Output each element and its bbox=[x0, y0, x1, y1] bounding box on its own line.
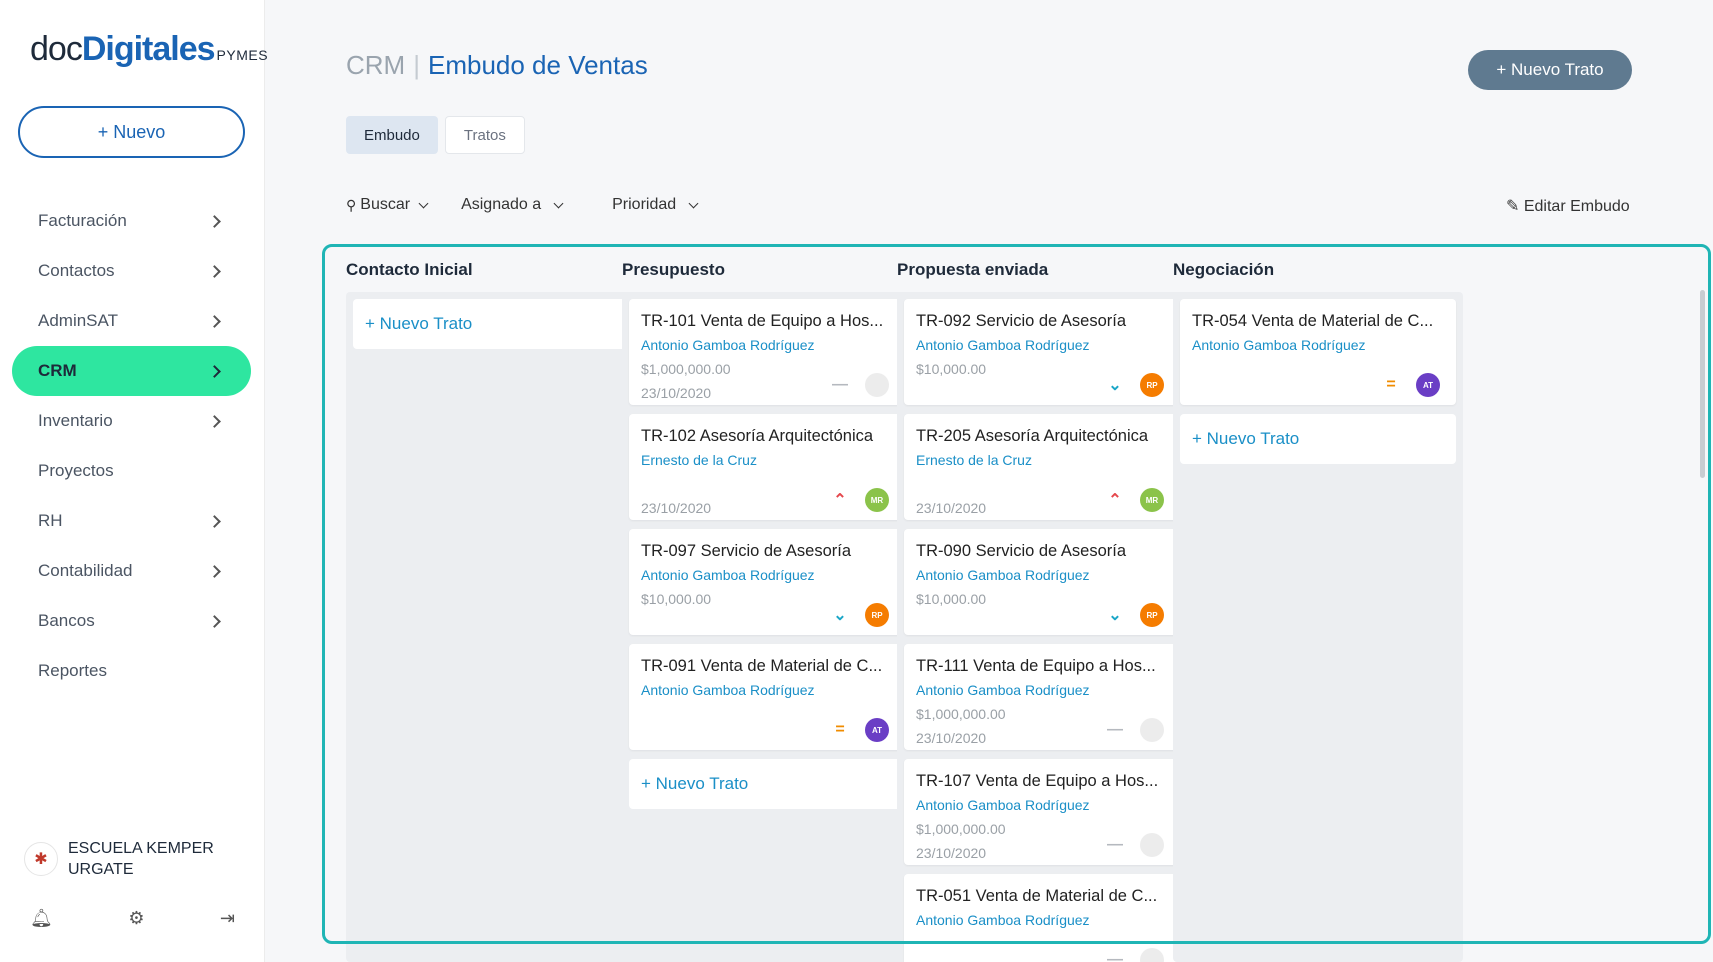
sidebar: docDigitales PYMES + Nuevo Facturación Con… bbox=[0, 0, 268, 962]
sidebar-item-adminsat[interactable]: AdminSAT bbox=[12, 296, 251, 346]
tab-embudo[interactable]: Embudo bbox=[346, 116, 438, 154]
search-icon: ⚲ bbox=[346, 196, 357, 213]
assigned-label: Asignado a bbox=[461, 196, 542, 213]
breadcrumb-root[interactable]: CRM bbox=[346, 50, 405, 80]
new-deal-button[interactable]: + Nuevo Trato bbox=[1468, 50, 1632, 90]
priority-none-icon[interactable]: — bbox=[1106, 951, 1124, 962]
sidebar-item-label: Reportes bbox=[38, 661, 107, 680]
pencil-icon: ✎ bbox=[1506, 198, 1520, 215]
board-scrollbar[interactable] bbox=[1700, 290, 1705, 478]
sidebar-item-label: Contactos bbox=[38, 261, 115, 280]
tab-tratos[interactable]: Tratos bbox=[444, 116, 525, 154]
sidebar-item-bancos[interactable]: Bancos bbox=[12, 596, 251, 646]
sidebar-item-contabilidad[interactable]: Contabilidad bbox=[12, 546, 251, 596]
chevron-right-icon bbox=[208, 264, 221, 278]
bell-icon[interactable]: 🔔︎ bbox=[30, 908, 53, 929]
logout-icon[interactable]: ⇥ bbox=[220, 908, 235, 929]
chevron-right-icon bbox=[208, 614, 221, 628]
sidebar-item-label: AdminSAT bbox=[38, 311, 118, 330]
sidebar-item-label: Inventario bbox=[38, 411, 113, 430]
sidebar-item-label: RH bbox=[38, 511, 63, 530]
sidebar-item-contactos[interactable]: Contactos bbox=[12, 246, 251, 296]
company-switcher[interactable]: ✱ ESCUELA KEMPER URGATE bbox=[24, 838, 238, 880]
app-logo[interactable]: docDigitales PYMES bbox=[30, 30, 268, 69]
search-label: Buscar bbox=[360, 196, 411, 213]
sidebar-item-inventario[interactable]: Inventario bbox=[12, 396, 251, 446]
priority-filter[interactable]: Prioridad bbox=[612, 196, 699, 214]
chevron-right-icon bbox=[208, 564, 221, 578]
sidebar-item-label: Bancos bbox=[38, 611, 95, 630]
chevron-down-icon bbox=[418, 198, 429, 208]
chevron-right-icon bbox=[208, 314, 221, 328]
sidebar-item-label: CRM bbox=[38, 361, 77, 380]
sidebar-nav: Facturación Contactos AdminSAT CRM Inventari… bbox=[12, 196, 251, 696]
search-filter[interactable]: ⚲ Buscar bbox=[346, 196, 429, 214]
sidebar-item-crm[interactable]: CRM bbox=[12, 346, 251, 396]
edit-funnel-button[interactable]: ✎ Editar Embudo bbox=[1506, 196, 1630, 216]
edit-funnel-label: Editar Embudo bbox=[1523, 198, 1630, 215]
chevron-down-icon bbox=[553, 198, 564, 208]
new-button[interactable]: + Nuevo bbox=[18, 106, 245, 158]
page-title: CRM | Embudo de Ventas bbox=[346, 50, 648, 81]
chevron-down-icon bbox=[688, 198, 699, 208]
logo-doc: doc bbox=[30, 30, 83, 68]
company-logo-icon: ✱ bbox=[24, 842, 58, 876]
chevron-right-icon bbox=[208, 364, 221, 378]
assigned-filter[interactable]: Asignado a bbox=[461, 196, 564, 214]
avatar[interactable] bbox=[1140, 948, 1164, 962]
logo-pymes: PYMES bbox=[216, 47, 269, 63]
sidebar-item-facturacion[interactable]: Facturación bbox=[12, 196, 251, 246]
sidebar-item-label: Contabilidad bbox=[38, 561, 133, 580]
gear-icon[interactable]: ⚙ bbox=[128, 908, 144, 929]
filters-bar: ⚲ Buscar Asignado a Prioridad bbox=[346, 196, 733, 214]
sidebar-item-label: Facturación bbox=[38, 211, 127, 230]
sidebar-item-rh[interactable]: RH bbox=[12, 496, 251, 546]
breadcrumb-separator: | bbox=[413, 50, 420, 80]
view-tabs: Embudo Tratos bbox=[346, 116, 532, 154]
chevron-right-icon bbox=[208, 414, 221, 428]
sidebar-footer: 🔔︎ ⚙ ⇥ bbox=[30, 908, 235, 929]
priority-label: Prioridad bbox=[612, 196, 677, 213]
board-highlight-frame bbox=[322, 244, 1711, 944]
page-title-text: Embudo de Ventas bbox=[427, 50, 648, 80]
logo-digitales: Digitales bbox=[81, 30, 216, 68]
sidebar-item-reportes[interactable]: Reportes bbox=[12, 646, 251, 696]
chevron-right-icon bbox=[208, 214, 221, 228]
chevron-right-icon bbox=[208, 514, 221, 528]
company-name: ESCUELA KEMPER URGATE bbox=[68, 840, 214, 878]
sidebar-item-label: Proyectos bbox=[38, 461, 114, 480]
sidebar-item-proyectos[interactable]: Proyectos bbox=[12, 446, 251, 496]
